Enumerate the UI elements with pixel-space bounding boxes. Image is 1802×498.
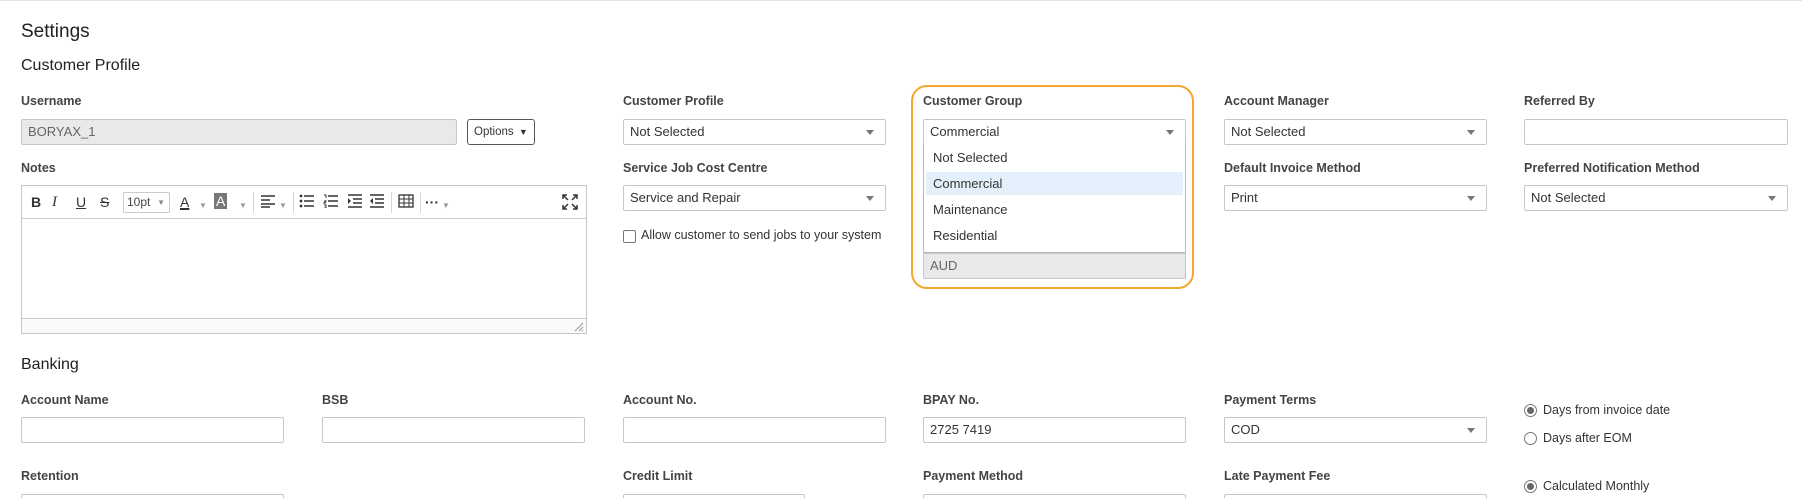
fullscreen-icon[interactable] — [562, 194, 578, 210]
caret-down-icon: ▼ — [518, 127, 528, 137]
focus-highlight — [911, 85, 1194, 289]
service-job-cost-centre-label: Service Job Cost Centre — [623, 161, 768, 175]
days-after-eom-label: Days after EOM — [1543, 431, 1632, 445]
indent-icon[interactable] — [347, 194, 363, 208]
bold-icon[interactable]: B — [31, 194, 41, 210]
account-manager-select[interactable]: Not Selected — [1224, 119, 1487, 145]
bsb-input[interactable] — [322, 417, 585, 443]
days-from-invoice-label: Days from invoice date — [1543, 403, 1671, 417]
notes-label: Notes — [21, 161, 56, 175]
outdent-icon[interactable] — [369, 194, 385, 208]
font-size-select[interactable]: 10pt ▼ — [123, 192, 170, 213]
banking-heading: Banking — [21, 356, 79, 373]
days-from-invoice-radio[interactable] — [1524, 404, 1537, 417]
underline-icon[interactable]: U — [76, 194, 86, 210]
text-color-icon[interactable]: A — [180, 194, 189, 210]
preferred-notification-method-select[interactable]: Not Selected — [1524, 185, 1788, 211]
retention-label: Retention — [21, 469, 79, 483]
default-invoice-method-select[interactable]: Print — [1224, 185, 1487, 211]
days-after-eom-radio[interactable] — [1524, 432, 1537, 445]
align-left-icon[interactable] — [260, 194, 276, 208]
more-icon[interactable]: ··· — [425, 194, 439, 210]
bsb-label: BSB — [322, 393, 349, 407]
chevron-down-icon[interactable]: ▼ — [442, 198, 450, 214]
toolbar-divider — [293, 192, 294, 213]
chevron-down-icon[interactable]: ▼ — [239, 198, 247, 214]
bpay-no-label: BPAY No. — [923, 393, 980, 407]
payment-terms-select[interactable]: COD — [1224, 417, 1487, 443]
options-button-label: Options — [474, 126, 514, 138]
chevron-down-icon: ▼ — [157, 198, 165, 207]
chevron-down-icon[interactable]: ▼ — [279, 198, 287, 214]
credit-limit-input[interactable] — [623, 494, 805, 498]
service-job-cost-centre-select[interactable]: Service and Repair — [623, 185, 886, 211]
customer-profile-heading: Customer Profile — [21, 57, 141, 74]
late-payment-fee-input[interactable] — [1224, 494, 1487, 498]
username-label: Username — [21, 94, 82, 108]
referred-by-label: Referred By — [1524, 94, 1595, 108]
allow-jobs-label: Allow customer to send jobs to your syst… — [641, 228, 882, 242]
account-no-input[interactable] — [623, 417, 886, 443]
calculated-monthly-radio[interactable] — [1524, 480, 1537, 493]
default-invoice-method-label: Default Invoice Method — [1224, 161, 1361, 175]
payment-method-label: Payment Method — [923, 469, 1024, 483]
username-input[interactable]: BORYAX_1 — [21, 119, 457, 145]
account-name-label: Account Name — [21, 393, 109, 407]
strikethrough-icon[interactable]: S — [100, 194, 109, 210]
referred-by-input[interactable] — [1524, 119, 1788, 145]
retention-input[interactable] — [21, 494, 284, 498]
customer-profile-select[interactable]: Not Selected — [623, 119, 886, 145]
calculated-monthly-label: Calculated Monthly — [1543, 479, 1650, 493]
account-no-label: Account No. — [623, 393, 697, 407]
late-payment-fee-label: Late Payment Fee — [1224, 469, 1331, 483]
credit-limit-label: Credit Limit — [623, 469, 693, 483]
page-title: Settings — [21, 21, 90, 42]
preferred-notification-method-label: Preferred Notification Method — [1524, 161, 1700, 175]
top-divider — [0, 0, 1802, 1]
payment-method-select[interactable] — [923, 494, 1186, 498]
chevron-down-icon[interactable]: ▼ — [199, 198, 207, 214]
customer-profile-label: Customer Profile — [623, 94, 724, 108]
options-button[interactable]: Options ▼ — [467, 119, 535, 145]
toolbar-divider — [253, 192, 254, 213]
allow-jobs-checkbox[interactable] — [623, 230, 636, 243]
resize-handle-icon[interactable] — [574, 322, 584, 332]
bpay-no-input[interactable]: 2725 7419 — [923, 417, 1186, 443]
notes-editor: B I U S 10pt ▼ A ▼ A ▼ ▼ ··· ▼ — [21, 185, 587, 334]
numbered-list-icon[interactable] — [323, 194, 339, 208]
font-size-value: 10pt — [127, 195, 151, 209]
payment-terms-label: Payment Terms — [1224, 393, 1317, 407]
italic-icon[interactable]: I — [52, 194, 57, 210]
editor-statusbar — [22, 318, 586, 333]
editor-toolbar: B I U S 10pt ▼ A ▼ A ▼ ▼ ··· ▼ — [22, 186, 586, 219]
toolbar-divider — [391, 192, 392, 213]
account-name-input[interactable] — [21, 417, 284, 443]
bullet-list-icon[interactable] — [299, 194, 315, 208]
highlight-color-icon[interactable]: A — [214, 193, 228, 209]
table-icon[interactable] — [398, 194, 414, 208]
toolbar-divider — [420, 192, 421, 213]
account-manager-label: Account Manager — [1224, 94, 1329, 108]
